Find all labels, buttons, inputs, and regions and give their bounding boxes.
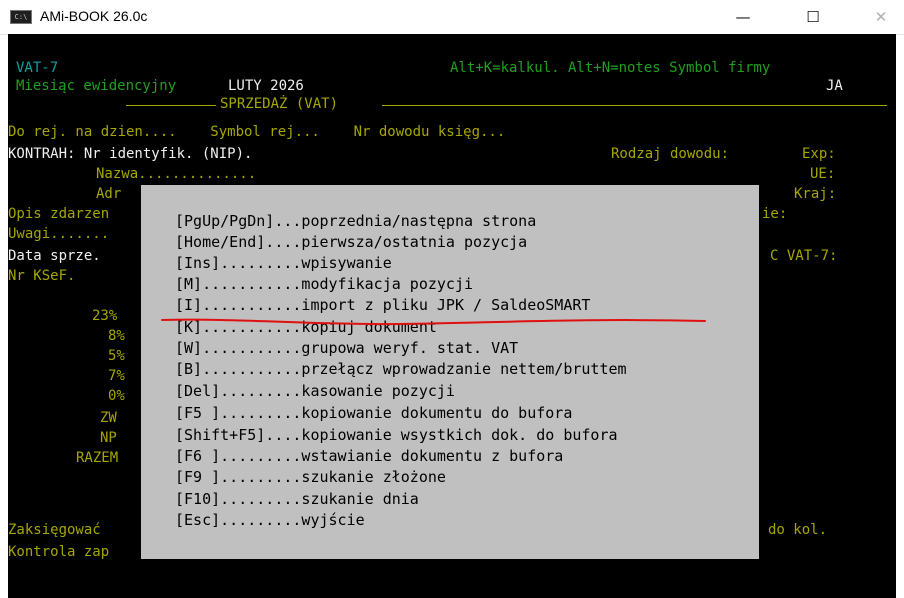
rate-0: 0% <box>108 388 125 404</box>
help-item-f6: [F6 ].........wstawianie dokumentu z buf… <box>175 447 564 465</box>
help-item-w: [W]...........grupowa weryf. stat. VAT <box>175 339 519 357</box>
minimize-button[interactable]: — <box>720 0 766 34</box>
kraj-label: Kraj: <box>794 186 837 202</box>
console-top-strip <box>8 34 896 54</box>
rate-7: 7% <box>108 368 125 384</box>
rate-23: 23% <box>92 308 118 324</box>
nazwa-label: Nazwa.............. <box>96 166 257 182</box>
c-vat7-label: C VAT-7: <box>770 248 838 264</box>
row-registration: Do rej. na dzien.... Symbol rej... Nr do… <box>8 124 506 140</box>
rate-zw: ZW <box>100 410 117 426</box>
data-sprzedazy-label: Data sprze. <box>8 248 101 264</box>
console-app-icon: C:\ <box>10 10 32 24</box>
firm-symbol: JA <box>826 78 843 94</box>
help-item-b: [B]...........przełącz wprowadzanie nett… <box>175 360 627 378</box>
section-rule-left <box>126 105 216 106</box>
month-value: LUTY 2026 <box>228 78 304 94</box>
help-item-f9: [F9 ].........szukanie złożone <box>175 468 446 486</box>
kontrah-label: KONTRAH: Nr identyfik. (NIP). <box>8 146 253 162</box>
help-item-shift-f5: [Shift+F5]....kopiowanie wsystkich dok. … <box>175 426 618 444</box>
rate-5: 5% <box>108 348 125 364</box>
opis-right-label: ie: <box>762 206 788 222</box>
help-item-esc: [Esc].........wyjście <box>175 511 365 529</box>
close-button[interactable]: ✕ <box>858 0 904 34</box>
ue-label: UE: <box>810 166 836 182</box>
help-item-f10: [F10].........szukanie dnia <box>175 490 419 508</box>
help-item-home: [Home/End]....pierwsza/ostatnia pozycja <box>175 233 528 251</box>
rate-8: 8% <box>108 328 125 344</box>
rodzaj-dowodu-label: Rodzaj dowodu: <box>611 146 730 162</box>
help-item-f5: [F5 ].........kopiowanie dokumentu do bu… <box>175 404 573 422</box>
help-item-del: [Del].........kasowanie pozycji <box>175 382 455 400</box>
adres-label: Adr <box>96 186 122 202</box>
ksef-label: Nr KSeF. <box>8 268 76 284</box>
help-popup: [PgUp/PgDn]...poprzednia/następna strona… <box>141 185 759 559</box>
rate-np: NP <box>100 430 117 446</box>
maximize-button[interactable]: ☐ <box>790 0 836 34</box>
opis-label: Opis zdarzen <box>8 206 110 222</box>
section-title: SPRZEDAŻ (VAT) <box>220 96 339 112</box>
window-title: AMi-BOOK 26.0c <box>40 8 148 24</box>
red-underline-annotation <box>161 318 706 326</box>
uwagi-label: Uwagi....... <box>8 226 110 242</box>
do-kol-label: do kol. <box>768 522 828 538</box>
window-titlebar[interactable]: C:\ AMi-BOOK 26.0c — ☐ ✕ <box>0 0 904 35</box>
kontrola-label: Kontrola zap <box>8 544 110 560</box>
section-rule-right <box>382 105 887 106</box>
exp-label: Exp: <box>802 146 836 162</box>
help-item-m: [M]...........modyfikacja pozycji <box>175 275 474 293</box>
rate-razem: RAZEM <box>76 450 119 466</box>
hotkeys-hint: Alt+K=kalkul. Alt+N=notes Symbol firmy <box>450 60 771 76</box>
form-name: VAT-7 <box>16 60 59 76</box>
month-label: Miesiąc ewidencyjny <box>16 78 177 94</box>
help-item-ins: [Ins].........wpisywanie <box>175 254 392 272</box>
help-item-pgup: [PgUp/PgDn]...poprzednia/następna strona <box>175 212 537 230</box>
zaksiegowac-label: Zaksięgować <box>8 522 101 538</box>
